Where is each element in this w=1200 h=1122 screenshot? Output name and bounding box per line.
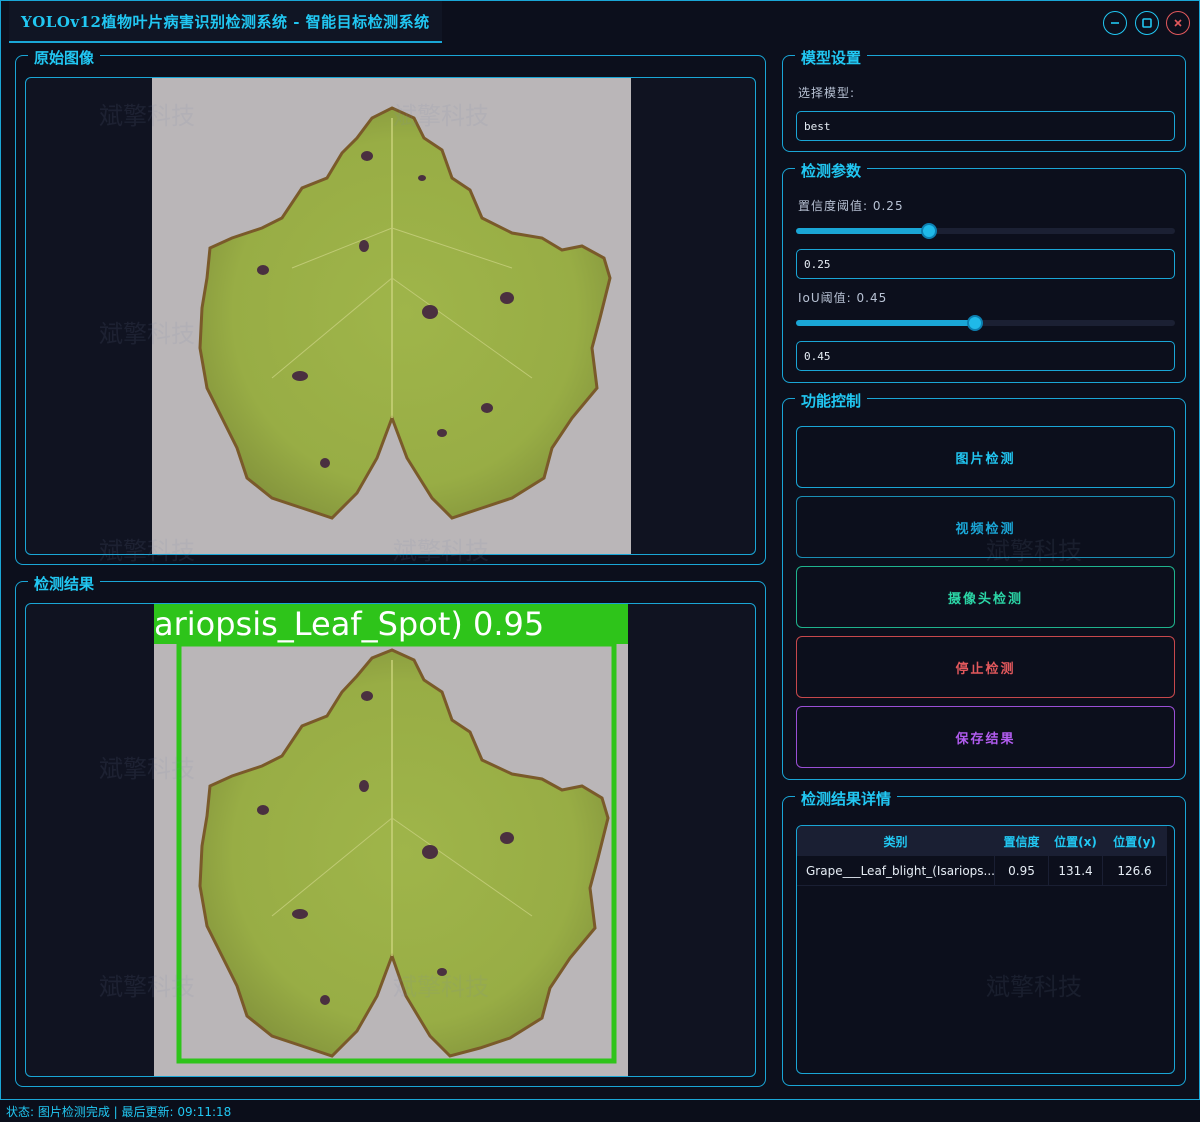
- confidence-slider-fill: [796, 228, 929, 234]
- title-bar[interactable]: YOLOv12植物叶片病害识别检测系统 - 智能目标检测系统: [1, 1, 1199, 43]
- iou-input[interactable]: 0.45: [796, 341, 1175, 371]
- row-x-cell: 131.4: [1049, 856, 1103, 886]
- row-y-cell: 126.6: [1103, 856, 1167, 886]
- detection-label: ariopsis_Leaf_Spot) 0.95: [154, 605, 545, 643]
- column-header-x[interactable]: 位置(x): [1049, 826, 1103, 856]
- iou-label: IoU阈值: 0.45: [798, 291, 888, 305]
- detection-params-panel: 检测参数 置信度阈值: 0.25 0.25 IoU阈值: 0.45 0.45: [782, 160, 1186, 383]
- result-leaf-image: ariopsis_Leaf_Spot) 0.95: [154, 604, 628, 1076]
- maximize-icon: [1142, 18, 1152, 28]
- detection-params-title: 检测参数: [795, 160, 868, 181]
- function-controls-panel: 功能控制 图片检测 视频检测 摄像头检测 停止检测 保存结果: [782, 390, 1186, 780]
- window-title: YOLOv12植物叶片病害识别检测系统 - 智能目标检测系统: [21, 12, 430, 31]
- iou-slider-fill: [796, 320, 975, 326]
- save-result-button[interactable]: 保存结果: [796, 706, 1175, 768]
- model-select-value: best: [804, 119, 831, 133]
- results-detail-panel: 检测结果详情 类别 置信度 位置(x) 位置(y) Grape___Leaf_b…: [782, 788, 1186, 1086]
- confidence-input-value: 0.25: [804, 257, 831, 271]
- close-icon: [1174, 19, 1182, 27]
- status-bar: 状态: 图片检测完成 | 最后更新: 09:11:18: [0, 1100, 1200, 1122]
- video-detect-button[interactable]: 视频检测: [796, 496, 1175, 558]
- confidence-input[interactable]: 0.25: [796, 249, 1175, 279]
- status-text: 状态: 图片检测完成 | 最后更新: 09:11:18: [6, 1104, 232, 1119]
- original-image-panel: 原始图像: [15, 47, 766, 565]
- iou-input-value: 0.45: [804, 349, 831, 363]
- original-leaf-image: [152, 78, 631, 554]
- iou-slider[interactable]: [796, 315, 1175, 331]
- detection-result-panel: 检测结果 ariopsis_Leaf_Spot) 0.95: [15, 573, 766, 1087]
- result-image-frame: ariopsis_Leaf_Spot) 0.95: [25, 603, 756, 1077]
- function-controls-title: 功能控制: [795, 390, 868, 411]
- stop-detect-button[interactable]: 停止检测: [796, 636, 1175, 698]
- model-select[interactable]: best: [796, 111, 1175, 141]
- maximize-button[interactable]: [1135, 11, 1159, 35]
- results-detail-title: 检测结果详情: [795, 788, 898, 809]
- column-header-confidence[interactable]: 置信度: [995, 826, 1049, 856]
- model-settings-title: 模型设置: [795, 47, 868, 68]
- model-settings-panel: 模型设置 选择模型: best: [782, 47, 1186, 152]
- original-image-frame: [25, 77, 756, 555]
- image-detect-button[interactable]: 图片检测: [796, 426, 1175, 488]
- original-image-title: 原始图像: [28, 47, 101, 68]
- camera-detect-button[interactable]: 摄像头检测: [796, 566, 1175, 628]
- close-button[interactable]: [1166, 11, 1190, 35]
- column-header-y[interactable]: 位置(y): [1103, 826, 1167, 856]
- row-confidence-cell: 0.95: [995, 856, 1049, 886]
- detection-result-title: 检测结果: [28, 573, 101, 594]
- title-tab: YOLOv12植物叶片病害识别检测系统 - 智能目标检测系统: [9, 1, 442, 43]
- row-class-cell: Grape___Leaf_blight_(Isariops...: [797, 856, 995, 886]
- app-window: YOLOv12植物叶片病害识别检测系统 - 智能目标检测系统 原始图像 检测结果…: [0, 0, 1200, 1100]
- confidence-slider[interactable]: [796, 223, 1175, 239]
- column-header-class[interactable]: 类别: [797, 826, 995, 856]
- confidence-label: 置信度阈值: 0.25: [798, 199, 904, 213]
- minimize-button[interactable]: [1103, 11, 1127, 35]
- select-model-label: 选择模型:: [798, 86, 856, 100]
- table-header: 类别 置信度 位置(x) 位置(y): [797, 826, 1167, 856]
- table-row[interactable]: Grape___Leaf_blight_(Isariops... 0.95 13…: [797, 856, 1167, 886]
- results-table: 类别 置信度 位置(x) 位置(y) Grape___Leaf_blight_(…: [796, 825, 1175, 1074]
- iou-slider-thumb[interactable]: [967, 315, 983, 331]
- minimize-icon: [1111, 22, 1119, 24]
- detection-label-bar: ariopsis_Leaf_Spot) 0.95: [154, 604, 628, 644]
- confidence-slider-thumb[interactable]: [921, 223, 937, 239]
